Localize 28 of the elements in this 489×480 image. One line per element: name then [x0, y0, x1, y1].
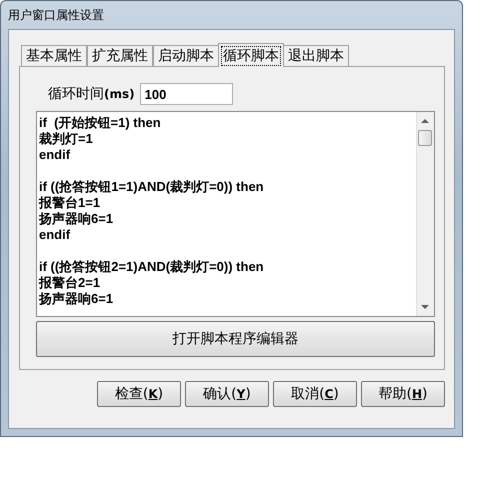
- open-editor-button[interactable]: 打开脚本程序编辑器: [36, 321, 435, 357]
- tab[interactable]: 基本属性: [21, 45, 87, 66]
- cycle-time-label: 循环时间(ms): [48, 85, 135, 103]
- code-line: 裁判灯=1: [39, 131, 94, 147]
- code-line: if ((抢答按钮2=1)AND(裁判灯=0)) then: [39, 259, 265, 275]
- code-line: 扬声器响6=1: [39, 211, 114, 227]
- scroll-down-icon[interactable]: [421, 305, 429, 310]
- code-line: if ((抢答按钮1=1)AND(裁判灯=0)) then: [39, 179, 265, 195]
- code-line: 报警台2=1: [39, 275, 102, 291]
- script-editor[interactable]: if (开始按钮=1) then 裁判灯=1 endif if ((抢答按钮1=1)AND(裁判灯=0)) then 报警台1=1 扬声器响6=1 endif if ((抢答按钮2=1)AND(裁判灯=0)) then 报警台2=1 扬声器响6=1: [36, 111, 435, 317]
- code-line: 报警台1=1: [39, 195, 102, 211]
- window-title: 用户窗口属性设置: [8, 6, 105, 24]
- code-line: 扬声器响6=1: [39, 291, 114, 307]
- cycle-time-field[interactable]: 100: [140, 83, 233, 105]
- tab[interactable]: 扩充属性: [87, 45, 153, 66]
- dialog-button[interactable]: 确认(Y): [185, 381, 269, 407]
- scroll-thumb[interactable]: [418, 130, 432, 146]
- tab[interactable]: 循环脚本: [218, 43, 284, 67]
- dialog-button[interactable]: 检查(K): [97, 381, 181, 407]
- code-line: endif: [39, 147, 72, 163]
- dialog-button[interactable]: 取消(C): [273, 381, 357, 407]
- tab[interactable]: 退出脚本: [283, 45, 349, 66]
- scroll-up-icon[interactable]: [421, 118, 429, 123]
- code-line: if (开始按钮=1) then: [39, 115, 162, 131]
- tab[interactable]: 启动脚本: [153, 45, 219, 66]
- dialog-button[interactable]: 帮助(H): [361, 381, 445, 407]
- scrollbar[interactable]: [416, 112, 434, 316]
- code-line: endif: [39, 227, 72, 243]
